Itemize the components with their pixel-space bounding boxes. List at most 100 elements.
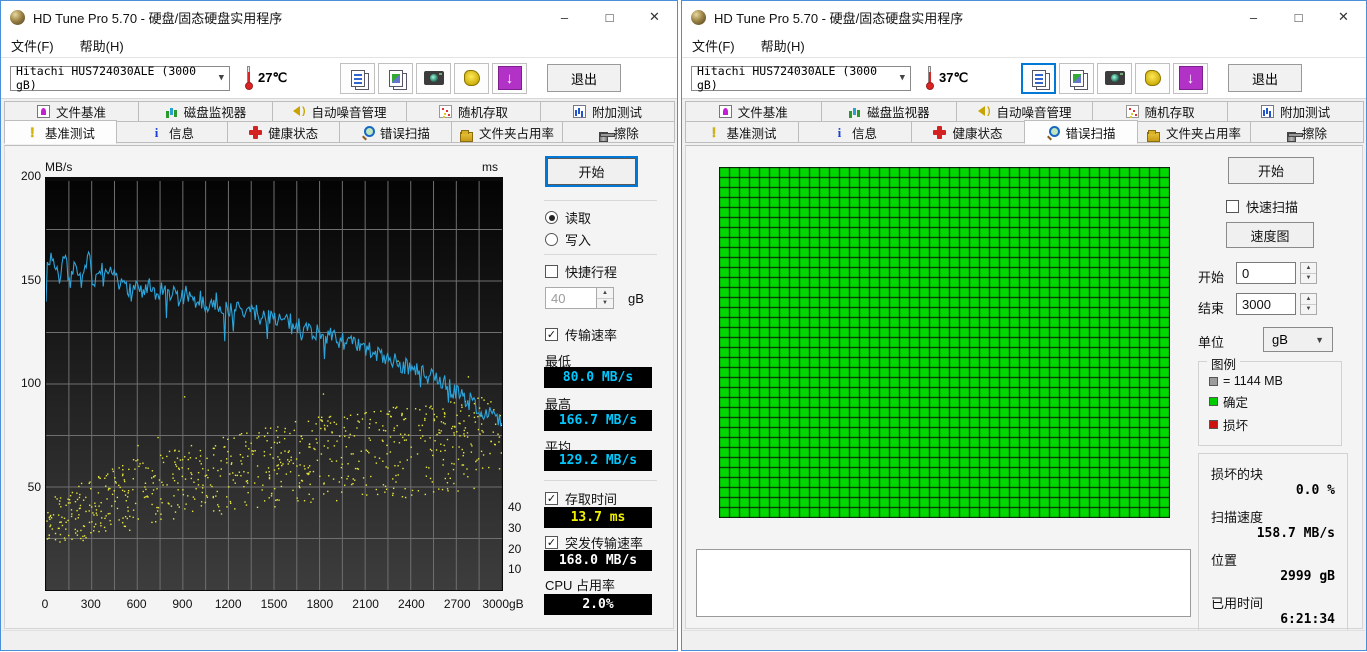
tab-auto-noise[interactable]: 自动噪音管理 (956, 101, 1093, 122)
statusbar (683, 630, 1365, 649)
trash-icon (1287, 132, 1296, 142)
scan-end-input[interactable]: 3000 (1236, 293, 1296, 315)
magnifier-icon (361, 126, 374, 139)
download-button[interactable]: ↓ (492, 63, 527, 94)
write-radio[interactable]: 写入 (545, 230, 591, 249)
drive-select[interactable]: Hitachi HUS724030ALE (3000 gB) ▼ (691, 66, 911, 91)
tab-folder-usage[interactable]: 文件夹占用率 (451, 121, 564, 143)
screenshot-button[interactable] (1097, 63, 1132, 94)
y-left-tick: 150 (7, 273, 41, 287)
tab-error-scan[interactable]: 错误扫描 (1024, 120, 1138, 144)
copy-text-button[interactable] (1021, 63, 1056, 94)
close-button[interactable]: ✕ (1321, 2, 1366, 33)
copy-icon (1032, 70, 1046, 87)
hand-button[interactable] (454, 63, 489, 94)
tab-label: 基准测试 (45, 123, 95, 142)
tab-extra-tests[interactable]: 附加测试 (540, 101, 675, 122)
benchmark-chart (45, 177, 503, 591)
divider (544, 200, 657, 201)
start-scan-button[interactable]: 开始 (1228, 157, 1314, 184)
copy-text-button[interactable] (340, 63, 375, 94)
tab-benchmark[interactable]: !基准测试 (685, 121, 799, 143)
tab-file-benchmark[interactable]: 文件基准 (4, 101, 139, 122)
chevron-down-icon: ▼ (900, 73, 905, 83)
menubar: 文件(F) 帮助(H) (682, 33, 1366, 58)
trash-icon (599, 132, 608, 142)
drive-select[interactable]: Hitachi HUS724030ALE (3000 gB) ▼ (10, 66, 230, 91)
x-tick: 3000gB (482, 597, 523, 611)
exit-button[interactable]: 退出 (1228, 64, 1302, 92)
start-benchmark-button[interactable]: 开始 (547, 158, 636, 185)
close-button[interactable]: ✕ (632, 2, 677, 33)
menu-help[interactable]: 帮助(H) (761, 36, 805, 55)
speed-map-button[interactable]: 速度图 (1226, 222, 1314, 248)
hand-button[interactable] (1135, 63, 1170, 94)
tab-benchmark[interactable]: !基准测试 (4, 120, 117, 144)
elapsed-time-value: 6:21:34 (1211, 612, 1335, 627)
file-benchmark-icon (37, 105, 50, 118)
exit-button[interactable]: 退出 (547, 64, 621, 92)
checkbox-icon (1226, 200, 1239, 213)
tab-error-scan[interactable]: 错误扫描 (339, 121, 452, 143)
tab-label: 基准测试 (726, 123, 776, 142)
scan-end-stepper[interactable]: ▲▼ (1300, 293, 1317, 315)
tab-info[interactable]: i信息 (116, 121, 229, 143)
chevron-down-icon: ▼ (1315, 335, 1324, 345)
unit-select[interactable]: gB ▼ (1263, 327, 1333, 352)
short-stroke-unit-label: gB (628, 291, 644, 306)
minimize-button[interactable]: – (1231, 2, 1276, 33)
copy-image-button[interactable] (378, 63, 413, 94)
random-access-icon (1126, 105, 1139, 118)
tab-label: 信息 (169, 123, 194, 142)
x-tick: 900 (172, 597, 192, 611)
screenshot-button[interactable] (416, 63, 451, 94)
menu-file[interactable]: 文件(F) (692, 36, 735, 55)
scan-start-stepper[interactable]: ▲▼ (1300, 262, 1317, 284)
minimize-button[interactable]: – (542, 2, 587, 33)
tab-random-access[interactable]: 随机存取 (406, 101, 541, 122)
transfer-rate-checkbox[interactable]: ✓ 传输速率 (545, 325, 617, 344)
short-stroke-checkbox[interactable]: 快捷行程 (545, 262, 617, 281)
checkbox-icon (545, 265, 558, 278)
copy-image-icon (389, 70, 403, 87)
tab-row-1: 文件基准磁盘监视器自动噪音管理随机存取附加测试 (685, 101, 1363, 122)
y-right-tick: 10 (508, 562, 538, 576)
scan-start-input[interactable]: 0 (1236, 262, 1296, 284)
y-right-unit-label: ms (482, 160, 498, 174)
short-stroke-stepper[interactable]: ▲▼ (597, 287, 614, 309)
titlebar[interactable]: HD Tune Pro 5.70 - 硬盘/固态硬盘实用程序 – □ ✕ (682, 1, 1366, 33)
tab-row-2: !基准测试i信息健康状态错误扫描文件夹占用率擦除 (685, 122, 1363, 144)
quick-scan-checkbox[interactable]: 快速扫描 (1226, 197, 1298, 216)
tab-info[interactable]: i信息 (798, 121, 912, 143)
menu-help[interactable]: 帮助(H) (80, 36, 124, 55)
tab-health[interactable]: 健康状态 (227, 121, 340, 143)
scan-end-field[interactable]: 3000 ▲▼ (1236, 293, 1317, 315)
tab-file-benchmark[interactable]: 文件基准 (685, 101, 822, 122)
tab-disk-monitor[interactable]: 磁盘监视器 (138, 101, 273, 122)
tab-disk-monitor[interactable]: 磁盘监视器 (821, 101, 958, 122)
titlebar[interactable]: HD Tune Pro 5.70 - 硬盘/固态硬盘实用程序 – □ ✕ (1, 1, 677, 33)
read-radio[interactable]: 读取 (545, 208, 591, 227)
short-stroke-size-field[interactable]: 40 ▲▼ gB (545, 287, 644, 309)
access-time-checkbox[interactable]: ✓ 存取时间 (545, 489, 617, 508)
maximize-button[interactable]: □ (1276, 2, 1321, 33)
download-button[interactable]: ↓ (1173, 63, 1208, 94)
access-time-value: 13.7 ms (544, 507, 652, 528)
maximize-button[interactable]: □ (587, 2, 632, 33)
tab-health[interactable]: 健康状态 (911, 121, 1025, 143)
disk-monitor-icon (165, 105, 178, 118)
short-stroke-size-input[interactable]: 40 (545, 287, 597, 309)
burst-rate-value: 168.0 MB/s (544, 550, 652, 571)
tab-erase[interactable]: 擦除 (562, 121, 675, 143)
tab-extra-tests[interactable]: 附加测试 (1227, 101, 1364, 122)
tab-folder-usage[interactable]: 文件夹占用率 (1137, 121, 1251, 143)
folder-icon (460, 132, 473, 142)
tab-random-access[interactable]: 随机存取 (1092, 101, 1229, 122)
avg-value: 129.2 MB/s (544, 450, 652, 471)
menu-file[interactable]: 文件(F) (11, 36, 54, 55)
tab-erase[interactable]: 擦除 (1250, 121, 1364, 143)
drive-select-value: Hitachi HUS724030ALE (3000 gB) (697, 64, 900, 92)
copy-image-button[interactable] (1059, 63, 1094, 94)
tab-auto-noise[interactable]: 自动噪音管理 (272, 101, 407, 122)
scan-start-field[interactable]: 0 ▲▼ (1236, 262, 1317, 284)
